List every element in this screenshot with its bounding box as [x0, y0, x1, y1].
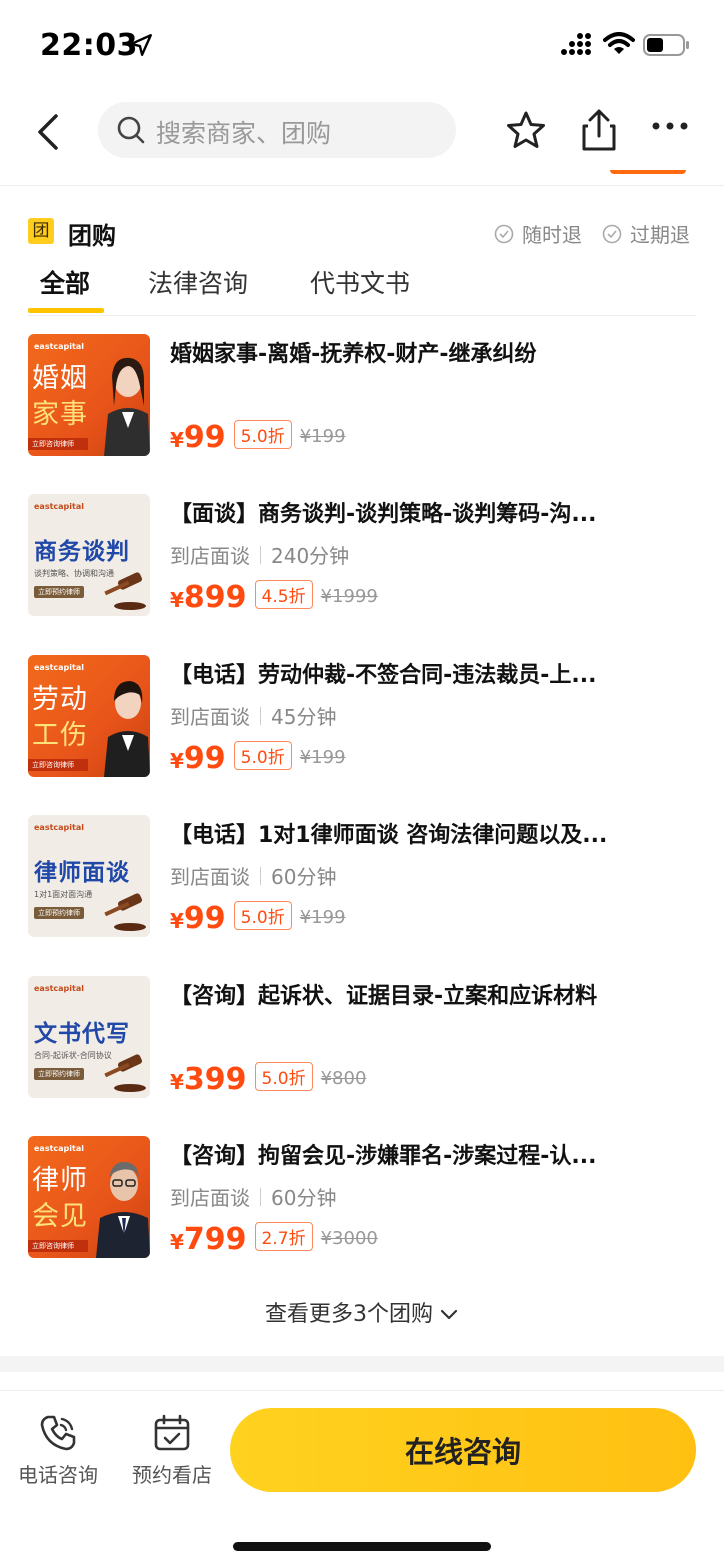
discount-badge: 5.0折 [233, 901, 292, 930]
phone-icon [40, 1415, 76, 1451]
deal-title: 【咨询】起诉状、证据目录-立案和应诉材料 [170, 984, 598, 1009]
deal-meta: 到店面谈 240分钟 [170, 544, 350, 568]
bottom-action-bar: 电话咨询 预约看店 在线咨询 [0, 1390, 724, 1500]
section-divider [0, 1356, 724, 1372]
location-arrow-icon [130, 34, 152, 56]
lawyer-portrait-icon [96, 1162, 150, 1258]
refund-expired-label: 过期退 [602, 219, 690, 248]
calendar-check-icon [154, 1414, 190, 1451]
nav-bar: 搜索商家、团购 [0, 90, 724, 186]
original-price: ¥1999 [320, 586, 378, 607]
original-price: ¥199 [299, 747, 346, 768]
book-visit-button[interactable]: 预约看店 [122, 1413, 222, 1488]
see-more-link[interactable]: 查看更多3个团购 [0, 1296, 724, 1328]
wifi-icon [603, 32, 635, 54]
gavel-icon [104, 893, 146, 931]
discount-badge: 5.0折 [233, 420, 292, 449]
tab-legal-consult[interactable]: 法律咨询 [148, 264, 248, 300]
deal-title: 【咨询】拘留会见-涉嫌罪名-涉案过程-认... [170, 1144, 597, 1169]
deal-price: 99 [183, 901, 226, 936]
deal-price: 99 [183, 741, 226, 776]
chevron-down-icon [440, 1309, 458, 1320]
gavel-icon [104, 1054, 146, 1092]
lawyer-portrait-icon [104, 357, 150, 456]
search-icon [117, 116, 145, 144]
deal-title: 【电话】1对1律师面谈 咨询法律问题以及... [170, 823, 608, 848]
deal-title: 【电话】劳动仲裁-不签合同-违法裁员-上... [170, 663, 597, 688]
deal-item[interactable]: eastcapital 文书代写 合同-起诉状-合同协议 立即预约律师 【咨询】… [28, 976, 696, 1100]
original-price: ¥199 [299, 907, 346, 928]
deal-item[interactable]: eastcapital 婚姻 家事 立即咨询律师 婚姻家事-离婚-抚养权-财产-… [28, 334, 696, 458]
more-dots-icon[interactable] [650, 120, 690, 132]
price-row: ¥ 99 5.0折 ¥199 [170, 741, 346, 776]
original-price: ¥199 [299, 426, 346, 447]
deal-thumbnail: eastcapital 律师面谈 1对1面对面沟通 立即预约律师 [28, 815, 150, 937]
search-placeholder: 搜索商家、团购 [156, 119, 332, 148]
home-indicator [233, 1542, 491, 1551]
discount-badge: 5.0折 [233, 741, 292, 770]
deal-meta: 到店面谈 45分钟 [170, 705, 337, 729]
deal-item[interactable]: eastcapital 律师 会见 立即咨询律师 【咨询】拘留会见-涉嫌罪名-涉… [28, 1136, 696, 1260]
online-consult-button[interactable]: 在线咨询 [230, 1408, 696, 1492]
deal-price: 99 [183, 420, 226, 455]
deal-title: 婚姻家事-离婚-抚养权-财产-继承纠纷 [170, 342, 537, 367]
share-icon[interactable] [580, 108, 618, 152]
deal-item[interactable]: eastcapital 劳动 工伤 立即咨询律师 【电话】劳动仲裁-不签合同-违… [28, 655, 696, 779]
deal-item[interactable]: eastcapital 商务谈判 谈判策略、协调和沟通 立即预约律师 【面谈】商… [28, 494, 696, 618]
category-tabs: 全部 法律咨询 代书文书 [28, 262, 696, 316]
battery-icon [643, 34, 689, 56]
deal-thumbnail: eastcapital 商务谈判 谈判策略、协调和沟通 立即预约律师 [28, 494, 150, 616]
deal-thumbnail: eastcapital 婚姻 家事 立即咨询律师 [28, 334, 150, 456]
deal-thumbnail: eastcapital 律师 会见 立即咨询律师 [28, 1136, 150, 1258]
group-buy-header: 团 团购 随时退 过期退 [28, 216, 696, 252]
section-title: 团购 [68, 222, 116, 250]
deal-meta: 到店面谈 60分钟 [170, 1186, 337, 1210]
deal-price: 399 [183, 1062, 247, 1097]
deal-thumbnail: eastcapital 劳动 工伤 立即咨询律师 [28, 655, 150, 777]
price-row: ¥ 799 2.7折 ¥3000 [170, 1222, 378, 1257]
deal-price: 899 [183, 580, 247, 615]
favorite-star-icon[interactable] [506, 110, 546, 150]
price-row: ¥ 99 5.0折 ¥199 [170, 420, 346, 455]
cellular-signal-icon [561, 33, 591, 55]
deal-title: 【面谈】商务谈判-谈判策略-谈判筹码-沟... [170, 502, 597, 527]
group-buy-badge: 团 [28, 218, 54, 244]
original-price: ¥3000 [320, 1228, 378, 1249]
tab-indicator-accent [610, 170, 686, 174]
back-arrow-icon[interactable] [30, 110, 70, 154]
lawyer-portrait-icon [104, 681, 150, 777]
original-price: ¥800 [320, 1068, 367, 1089]
status-bar: 22:03 [0, 0, 724, 90]
deal-thumbnail: eastcapital 文书代写 合同-起诉状-合同协议 立即预约律师 [28, 976, 150, 1098]
check-circle-icon [494, 224, 514, 243]
check-circle-icon [602, 224, 622, 243]
price-row: ¥ 899 4.5折 ¥1999 [170, 580, 378, 615]
refund-anytime-label: 随时退 [494, 219, 582, 248]
tab-document-writing[interactable]: 代书文书 [310, 264, 410, 300]
gavel-icon [104, 572, 146, 610]
tab-all[interactable]: 全部 [40, 264, 90, 300]
discount-badge: 2.7折 [254, 1222, 313, 1251]
discount-badge: 5.0折 [254, 1062, 313, 1091]
phone-consult-button[interactable]: 电话咨询 [8, 1413, 108, 1488]
deal-price: 799 [183, 1222, 247, 1257]
status-time: 22:03 [40, 28, 138, 63]
active-tab-underline [28, 308, 104, 313]
deal-item[interactable]: eastcapital 律师面谈 1对1面对面沟通 立即预约律师 【电话】1对1… [28, 815, 696, 939]
discount-badge: 4.5折 [254, 580, 313, 609]
search-input[interactable]: 搜索商家、团购 [98, 102, 456, 158]
deal-meta: 到店面谈 60分钟 [170, 865, 337, 889]
price-row: ¥ 99 5.0折 ¥199 [170, 901, 346, 936]
price-row: ¥ 399 5.0折 ¥800 [170, 1062, 367, 1097]
